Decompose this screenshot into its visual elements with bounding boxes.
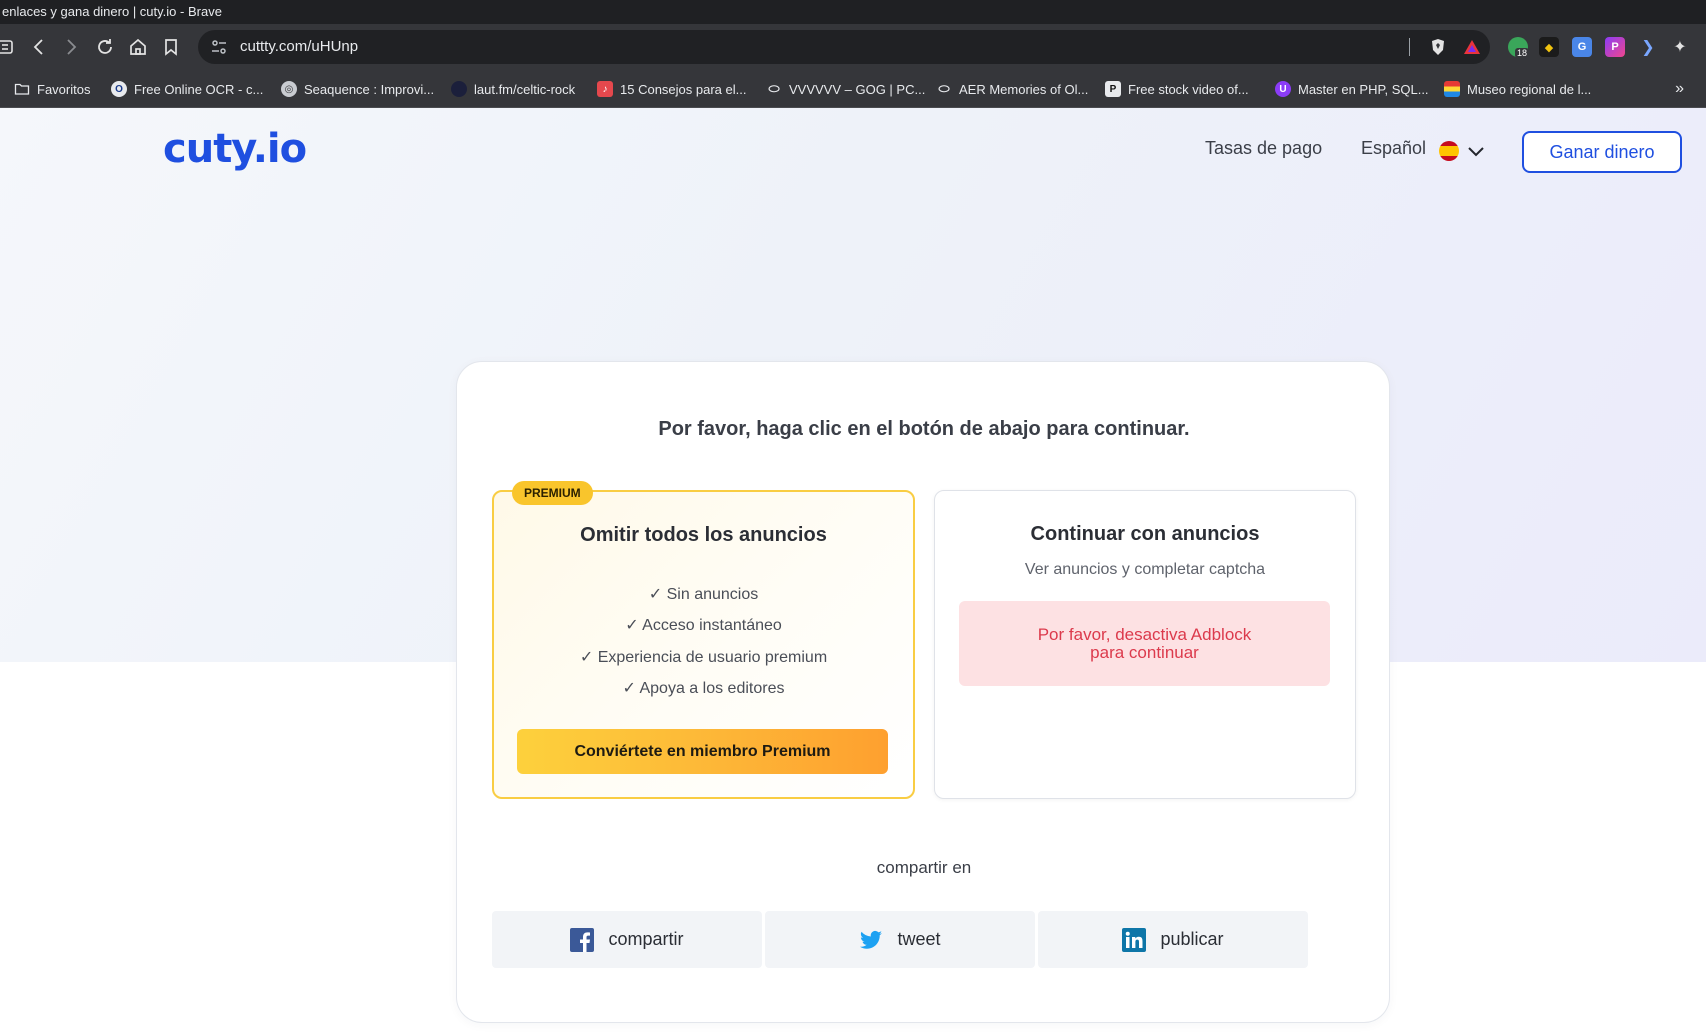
music-favicon: ♪ <box>597 81 613 97</box>
ocr-favicon: O <box>111 81 127 97</box>
bookmark-item[interactable]: ⬭ VVVVVV – GOG | PC... <box>766 70 925 108</box>
extensions-puzzle-icon[interactable]: ✦ <box>1670 37 1690 57</box>
twitter-icon <box>860 930 883 949</box>
pexels-favicon: P <box>1105 81 1121 97</box>
bookmark-item[interactable]: U Master en PHP, SQL... <box>1275 70 1429 108</box>
gog-favicon: ⬭ <box>938 81 950 96</box>
extension-cube-icon[interactable]: ◆ <box>1539 37 1559 57</box>
feature-item: ✓ Apoya a los editores <box>622 680 785 697</box>
brave-rewards-icon[interactable] <box>1462 37 1482 57</box>
premium-title: Omitir todos los anuncios <box>580 524 827 546</box>
premium-option-card[interactable]: PREMIUM Omitir todos los anuncios ✓ Sin … <box>492 481 915 799</box>
folder-icon <box>14 81 30 97</box>
tab-search-icon[interactable] <box>0 34 18 60</box>
extension-badge: 18 <box>1515 48 1530 58</box>
bookmark-item[interactable]: Museo regional de l... <box>1444 70 1591 108</box>
premium-badge: PREMIUM <box>512 481 593 505</box>
share-linkedin-label: publicar <box>1160 929 1224 949</box>
share-twitter-label: tweet <box>897 929 941 949</box>
forward-icon[interactable] <box>58 34 84 60</box>
browser-toolbar: cuttty.com/uHUnp 18 ◆ G P ❯ ✦ <box>0 24 1706 70</box>
site-logo[interactable]: cuty.io <box>163 126 307 172</box>
omnibox-divider <box>1409 38 1410 56</box>
nav-payment-rates[interactable]: Tasas de pago <box>1205 138 1322 159</box>
address-bar[interactable]: cuttty.com/uHUnp <box>198 30 1490 64</box>
bookmark-label: Free Online OCR - c... <box>134 81 264 97</box>
chevron-down-icon[interactable] <box>1466 141 1486 161</box>
page-title: Por favor, haga clic en el botón de abaj… <box>658 418 1190 440</box>
bookmark-item[interactable]: ⬭ AER Memories of Ol... <box>936 70 1088 108</box>
extension-purple-icon[interactable]: P <box>1605 37 1625 57</box>
language-selector[interactable]: Español <box>1361 138 1426 159</box>
share-twitter-button[interactable]: tweet <box>765 911 1035 968</box>
bookmark-label: Free stock video of... <box>1128 81 1249 97</box>
feature-item: ✓ Sin anuncios <box>648 586 759 603</box>
url-text[interactable]: cuttty.com/uHUnp <box>240 30 358 64</box>
earn-money-button[interactable]: Ganar dinero <box>1522 131 1682 173</box>
bookmarks-bar: Favoritos O Free Online OCR - c... ◎ Sea… <box>0 70 1706 108</box>
brave-shields-icon[interactable] <box>1428 37 1448 57</box>
feature-item: ✓ Experiencia de usuario premium <box>579 649 828 666</box>
linkedin-icon <box>1122 927 1147 952</box>
facebook-icon <box>570 927 595 952</box>
bookmark-label: AER Memories of Ol... <box>959 81 1089 97</box>
share-linkedin-button[interactable]: publicar <box>1038 911 1308 968</box>
globe-icon: ◎ <box>281 81 297 97</box>
window-title: enlaces y gana dinero | cuty.io - Brave <box>0 0 1706 24</box>
bookmark-label: Master en PHP, SQL... <box>1298 81 1429 97</box>
bookmark-label: laut.fm/celtic-rock <box>474 81 576 97</box>
extension-arrow-icon[interactable]: ❯ <box>1638 37 1658 57</box>
translate-extension-icon[interactable]: G <box>1572 37 1592 57</box>
bookmark-label: Seaquence : Improvi... <box>304 81 435 97</box>
share-facebook-label: compartir <box>608 929 684 949</box>
bookmark-label: Favoritos <box>37 81 91 97</box>
bookmark-label: VVVVVV – GOG | PC... <box>789 81 926 97</box>
bookmark-item[interactable]: ◎ Seaquence : Improvi... <box>281 70 434 108</box>
web-page: cuty.io Tasas de pago Español Ganar dine… <box>0 108 1706 1032</box>
bookmark-label: Museo regional de l... <box>1467 81 1592 97</box>
feature-item: ✓ Acceso instantáneo <box>625 617 782 634</box>
museum-favicon <box>1444 81 1460 97</box>
gog-favicon: ⬭ <box>768 81 780 96</box>
bookmark-icon[interactable] <box>158 34 184 60</box>
continue-with-ads-card: Continuar con anuncios Ver anuncios y co… <box>934 490 1356 799</box>
ads-title: Continuar con anuncios <box>1030 523 1260 545</box>
back-icon[interactable] <box>26 34 52 60</box>
share-label: compartir en <box>876 858 972 877</box>
become-premium-button[interactable]: Conviértete en miembro Premium <box>517 729 888 774</box>
more-bookmarks-icon[interactable]: » <box>1675 70 1684 108</box>
continue-card: Por favor, haga clic en el botón de abaj… <box>456 361 1390 1023</box>
home-icon[interactable] <box>125 34 151 60</box>
bookmark-item[interactable]: P Free stock video of... <box>1105 70 1249 108</box>
bookmark-item[interactable]: Favoritos <box>14 70 90 108</box>
ads-subtitle: Ver anuncios y completar captcha <box>1024 561 1266 578</box>
bookmark-label: 15 Consejos para el... <box>620 81 747 97</box>
adblock-warning: Por favor, desactiva Adblock para contin… <box>959 601 1330 686</box>
bookmark-item[interactable]: ♪ 15 Consejos para el... <box>597 70 746 108</box>
bookmark-item[interactable]: O Free Online OCR - c... <box>111 70 263 108</box>
bookmark-item[interactable]: laut.fm/celtic-rock <box>451 70 575 108</box>
adblock-warning-line1: Por favor, desactiva Adblock <box>1037 624 1252 644</box>
reload-icon[interactable] <box>92 34 118 60</box>
share-facebook-button[interactable]: compartir <box>492 911 762 968</box>
site-settings-icon[interactable] <box>210 38 228 56</box>
laut-favicon <box>451 81 467 97</box>
spain-flag-icon[interactable] <box>1439 141 1459 161</box>
adblock-warning-line2: para continuar <box>1090 642 1199 662</box>
course-favicon: U <box>1275 81 1291 97</box>
